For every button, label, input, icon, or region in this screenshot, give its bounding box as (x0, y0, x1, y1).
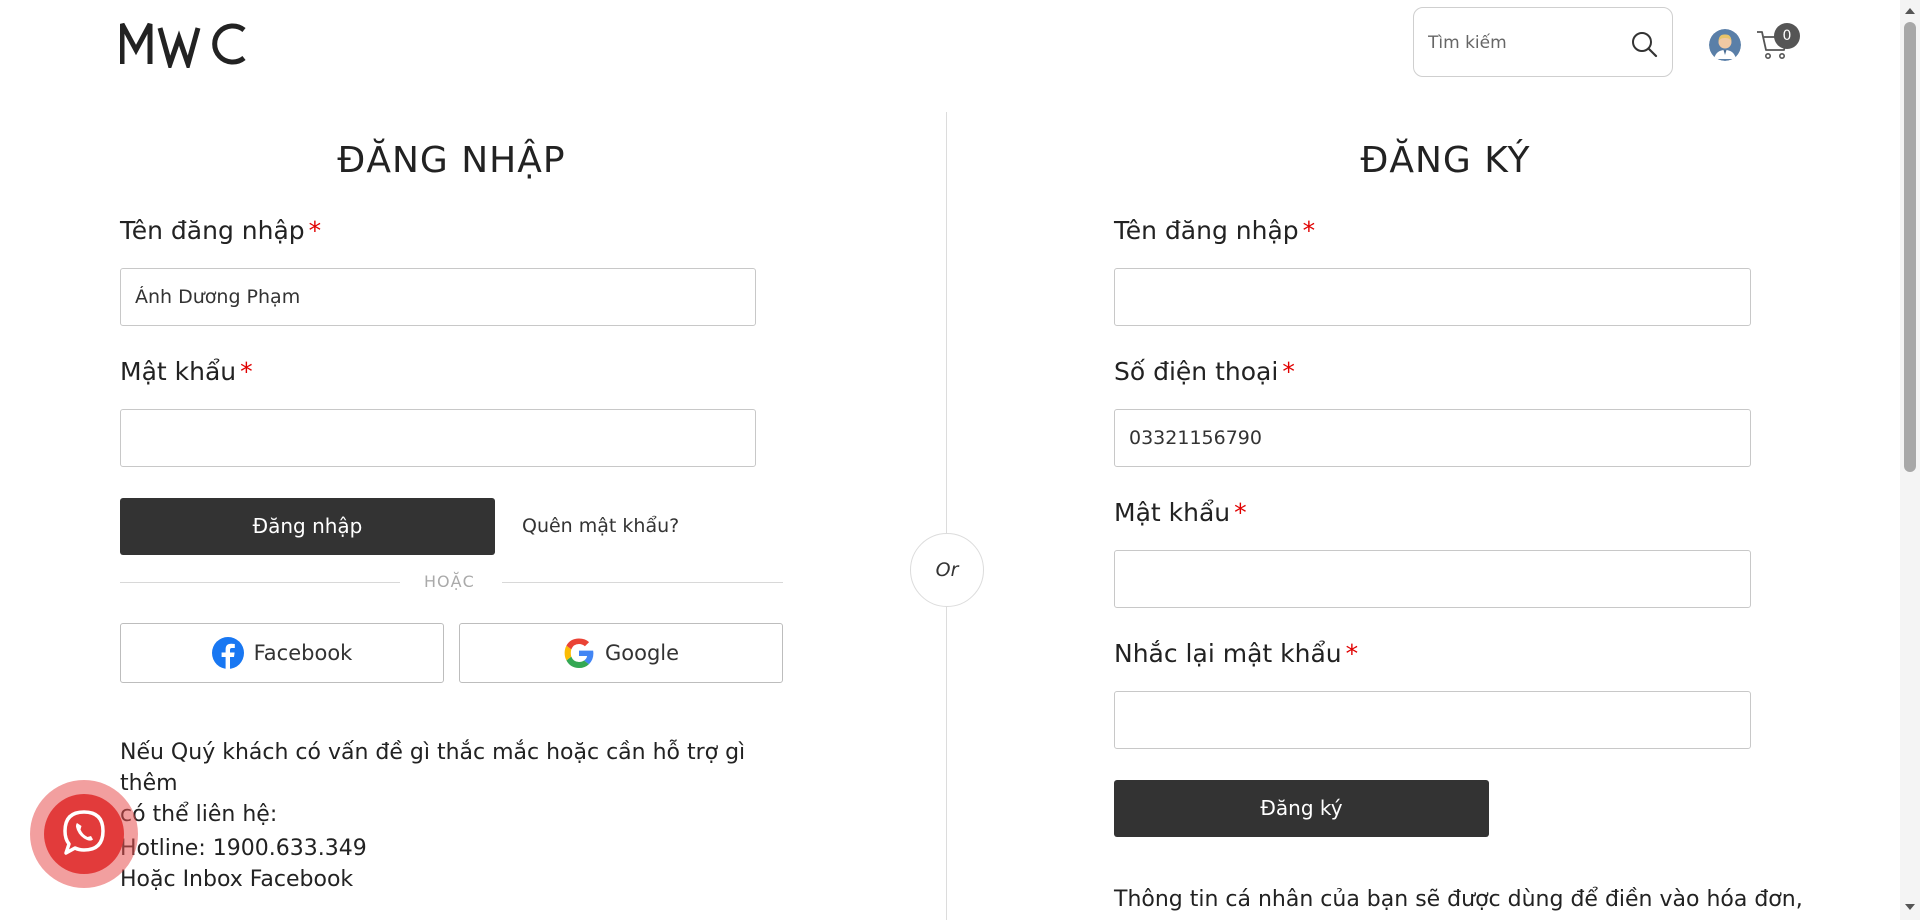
register-note: Thông tin cá nhân của bạn sẽ được dùng đ… (1114, 887, 1803, 912)
inbox-facebook-text[interactable]: Hoặc Inbox Facebook (120, 864, 800, 895)
register-phone-label-text: Số điện thoại (1114, 357, 1279, 386)
user-avatar-icon[interactable] (1709, 29, 1741, 61)
or-separator-line-left (120, 582, 400, 583)
cart-count-badge: 0 (1774, 23, 1800, 49)
register-title: ĐĂNG KÝ (1360, 140, 1531, 181)
login-username-label: Tên đăng nhập * (120, 216, 321, 245)
login-button[interactable]: Đăng nhập (120, 498, 495, 555)
register-phone-input[interactable] (1114, 409, 1751, 467)
facebook-icon (211, 637, 244, 669)
hotline-text[interactable]: Hotline: 1900.633.349 (120, 833, 800, 864)
facebook-label: Facebook (253, 641, 353, 665)
phone-chat-icon (63, 810, 105, 855)
register-password-label-text: Mật khẩu (1114, 498, 1231, 527)
required-mark: * (1282, 357, 1295, 386)
register-phone-label: Số điện thoại * (1114, 357, 1295, 386)
scrollbar-thumb[interactable] (1904, 22, 1916, 472)
vertical-divider (946, 112, 947, 920)
register-confirm-label-text: Nhắc lại mật khẩu (1114, 639, 1342, 668)
google-icon (564, 638, 594, 668)
required-mark: * (308, 216, 322, 245)
or-separator-line-right (502, 582, 783, 583)
register-password-label: Mật khẩu * (1114, 498, 1247, 527)
google-label: Google (604, 641, 680, 665)
google-login-button[interactable]: Google (459, 623, 783, 683)
register-username-label-text: Tên đăng nhập (1114, 216, 1299, 245)
register-confirm-password-label: Nhắc lại mật khẩu * (1114, 639, 1358, 668)
help-line-2: có thể liên hệ: (120, 802, 278, 827)
register-password-input[interactable] (1114, 550, 1751, 608)
required-mark: * (1234, 498, 1247, 527)
login-username-label-text: Tên đăng nhập (120, 216, 305, 245)
call-widget-inner[interactable] (44, 794, 124, 874)
facebook-login-button[interactable]: Facebook (120, 623, 444, 683)
search-box[interactable] (1413, 7, 1673, 77)
register-button[interactable]: Đăng ký (1114, 780, 1489, 837)
login-title: ĐĂNG NHẬP (337, 140, 566, 181)
login-password-label: Mật khẩu * (120, 357, 253, 386)
register-username-input[interactable] (1114, 268, 1751, 326)
or-separator-text: HOẶC (424, 572, 475, 591)
forgot-password-link[interactable]: Quên mật khẩu? (522, 515, 679, 537)
required-mark: * (1345, 639, 1359, 668)
login-password-input[interactable] (120, 409, 756, 467)
search-icon[interactable] (1630, 30, 1658, 58)
help-text: Nếu Quý khách có vấn đề gì thắc mắc hoặc… (120, 737, 800, 895)
register-confirm-password-input[interactable] (1114, 691, 1751, 749)
required-mark: * (240, 357, 253, 386)
login-password-label-text: Mật khẩu (120, 357, 237, 386)
page-scrollbar[interactable] (1900, 0, 1920, 920)
scroll-down-arrow-icon[interactable] (1900, 900, 1920, 914)
required-mark: * (1302, 216, 1316, 245)
login-username-input[interactable] (120, 268, 756, 326)
search-input[interactable] (1428, 30, 1628, 56)
register-username-label: Tên đăng nhập * (1114, 216, 1315, 245)
scroll-up-arrow-icon[interactable] (1900, 4, 1920, 18)
help-line-1: Nếu Quý khách có vấn đề gì thắc mắc hoặc… (120, 740, 746, 796)
mwc-logo[interactable] (120, 20, 250, 68)
or-divider-badge: Or (910, 533, 984, 607)
call-widget[interactable] (30, 780, 138, 888)
